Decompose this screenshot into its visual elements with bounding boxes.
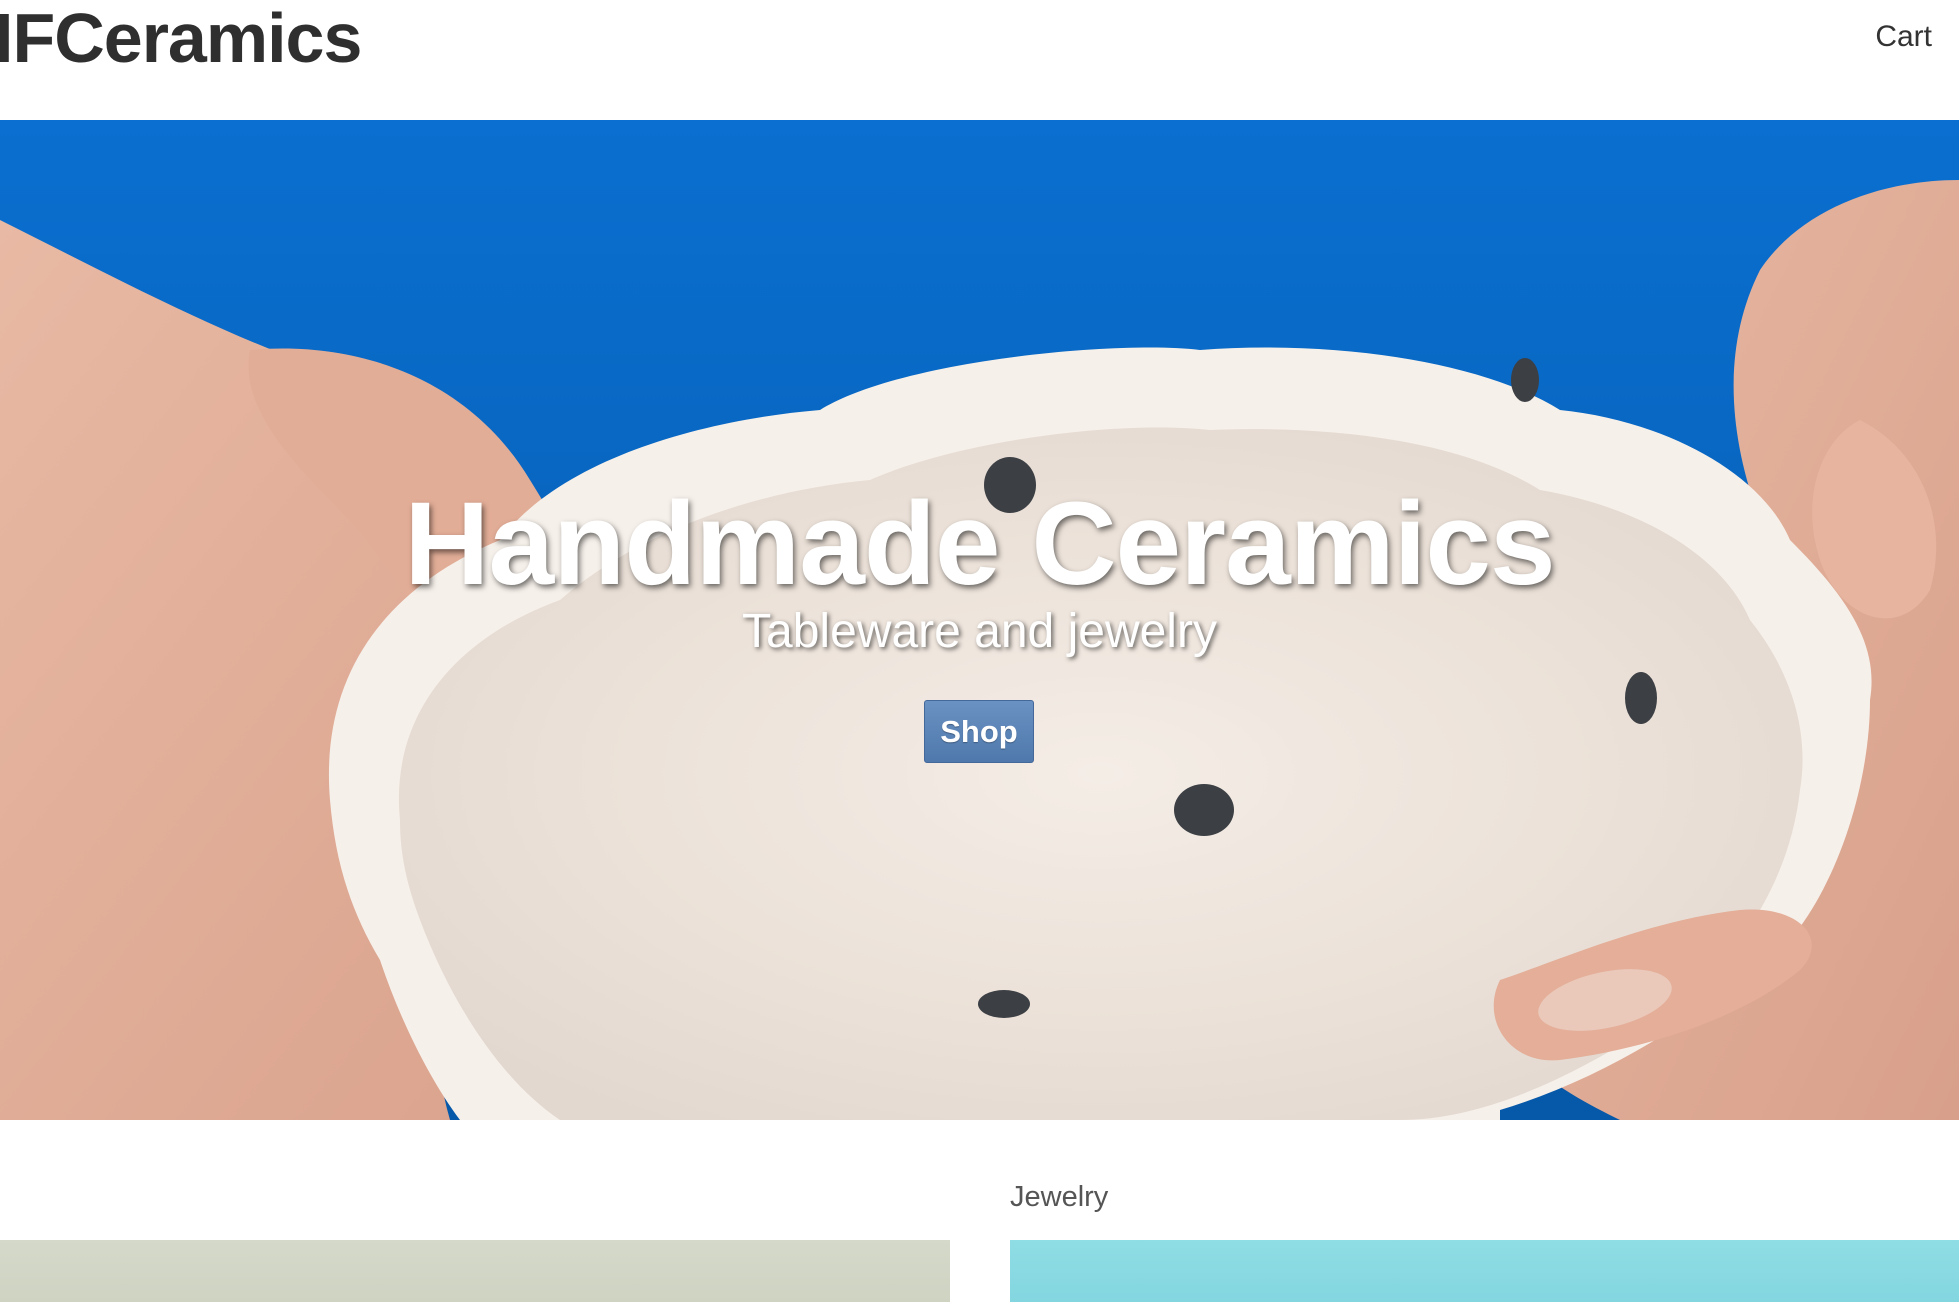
page: IFCeramics Cart Handmade Ceramics Tablew… bbox=[0, 0, 1959, 1302]
shop-button[interactable]: Shop bbox=[924, 700, 1034, 763]
category-label-jewelry: Jewelry bbox=[1010, 1181, 1109, 1213]
hero-banner: Handmade Ceramics Tableware and jewelry … bbox=[0, 120, 1959, 1120]
cart-link[interactable]: Cart bbox=[1875, 20, 1932, 54]
category-card-image-left[interactable] bbox=[0, 1240, 950, 1302]
site-header: IFCeramics Cart bbox=[0, 0, 1959, 120]
hero-subtitle: Tableware and jewelry bbox=[742, 605, 1217, 658]
brand-logo[interactable]: IFCeramics bbox=[0, 0, 362, 78]
category-card-image-jewelry[interactable] bbox=[1010, 1240, 1959, 1302]
hero-title: Handmade Ceramics bbox=[404, 478, 1555, 610]
